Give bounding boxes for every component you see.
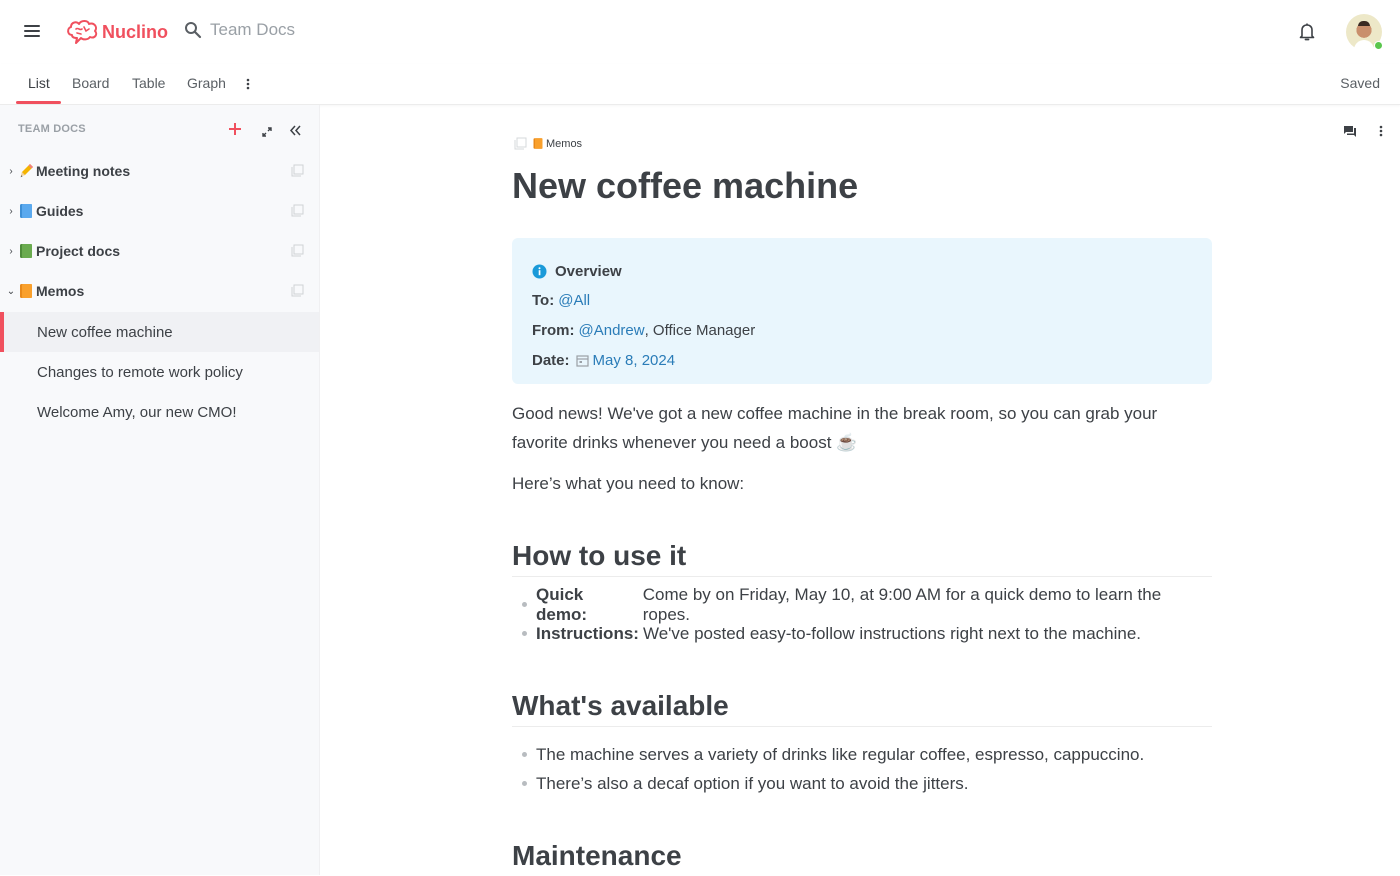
- breadcrumb[interactable]: Memos: [514, 137, 582, 150]
- more-vertical-icon: [246, 78, 250, 90]
- double-chevron-left-icon: [289, 125, 301, 136]
- sidebar-item-welcome-amy[interactable]: Welcome Amy, our new CMO!: [0, 392, 319, 432]
- expand-icon: [262, 127, 272, 137]
- chevron-right-icon[interactable]: ›: [6, 166, 16, 177]
- intro-paragraph[interactable]: Good news! We've got a new coffee machin…: [512, 399, 1212, 457]
- orange-book-icon: [533, 138, 543, 149]
- how-to-use-list: Quick demo: Come by on Friday, May 10, at…: [512, 585, 1212, 648]
- copy-icon[interactable]: [291, 244, 304, 257]
- to-label: To:: [532, 291, 555, 309]
- blue-book-icon: [20, 204, 32, 218]
- plus-icon: [229, 123, 241, 135]
- document-area: Memos New coffee machine Overview To: @A…: [321, 105, 1400, 875]
- section-heading-maintenance[interactable]: Maintenance: [512, 840, 1212, 876]
- pencil-icon: [20, 164, 33, 178]
- mention-andrew[interactable]: @Andrew: [579, 322, 645, 339]
- notifications-button[interactable]: [1298, 22, 1316, 47]
- breadcrumb-item[interactable]: Memos: [546, 138, 582, 150]
- tab-graph[interactable]: Graph: [187, 75, 226, 91]
- add-item-button[interactable]: [228, 122, 242, 141]
- sidebar-item-guides[interactable]: › Guides: [0, 191, 320, 231]
- view-tabs: List Board Table Graph Saved: [0, 64, 1400, 105]
- chevron-right-icon[interactable]: ›: [6, 206, 16, 217]
- avatar[interactable]: [1346, 14, 1383, 50]
- section-heading-how-to-use[interactable]: How to use it: [512, 540, 1212, 577]
- collapse-sidebar-button[interactable]: [289, 123, 301, 141]
- list-item[interactable]: Instructions: We've posted easy-to-follow…: [512, 619, 1212, 648]
- menu-icon[interactable]: [24, 25, 40, 39]
- sidebar: TEAM DOCS › Meeting notes › Guides › Pro…: [0, 105, 320, 875]
- lead-paragraph[interactable]: Here’s what you need to know:: [512, 469, 1212, 498]
- copy-icon[interactable]: [291, 164, 304, 177]
- list-item[interactable]: Quick demo: Come by on Friday, May 10, at…: [512, 585, 1212, 624]
- whats-available-list: The machine serves a variety of drinks l…: [512, 740, 1212, 798]
- chevron-down-icon[interactable]: ⌄: [6, 286, 16, 297]
- bell-icon: [1299, 23, 1315, 41]
- from-label: From:: [532, 321, 575, 339]
- search-input[interactable]: Team Docs: [210, 20, 295, 40]
- sidebar-item-memos[interactable]: ⌄ Memos: [0, 271, 320, 311]
- active-tab-indicator: [16, 101, 61, 104]
- sidebar-item-label: Guides: [36, 203, 84, 219]
- mention-all[interactable]: @All: [558, 292, 590, 309]
- sidebar-item-label: Project docs: [36, 243, 121, 259]
- callout-heading: Overview: [555, 262, 622, 280]
- logo[interactable]: Nuclino: [66, 19, 168, 45]
- section-heading-whats-available[interactable]: What's available: [512, 690, 1212, 727]
- search-bar[interactable]: Team Docs: [184, 20, 295, 40]
- list-item[interactable]: The machine serves a variety of drinks l…: [512, 740, 1212, 769]
- sidebar-item-project-docs[interactable]: › Project docs: [0, 231, 320, 271]
- page-title[interactable]: New coffee machine: [512, 165, 858, 207]
- sidebar-item-remote-work-policy[interactable]: Changes to remote work policy: [0, 352, 319, 392]
- collection-icon: [514, 137, 527, 150]
- date-label: Date:: [532, 351, 570, 369]
- sidebar-item-label: Memos: [36, 283, 85, 299]
- sidebar-item-new-coffee-machine[interactable]: New coffee machine: [0, 312, 319, 352]
- top-bar: Nuclino Team Docs: [0, 0, 1400, 64]
- workspace-title: TEAM DOCS: [18, 123, 86, 135]
- tab-list[interactable]: List: [28, 75, 50, 91]
- copy-icon[interactable]: [291, 204, 304, 217]
- green-book-icon: [20, 244, 32, 258]
- list-item[interactable]: There’s also a decaf option if you want …: [512, 769, 1212, 798]
- expand-all-button[interactable]: [262, 124, 272, 142]
- from-role: , Office Manager: [644, 321, 756, 339]
- sidebar-item-meeting-notes[interactable]: › Meeting notes: [0, 151, 320, 191]
- search-icon: [185, 22, 202, 39]
- logo-text: Nuclino: [102, 21, 168, 42]
- tab-board[interactable]: Board: [72, 75, 109, 91]
- online-status-indicator: [1374, 41, 1383, 50]
- comments-icon[interactable]: [1343, 125, 1357, 138]
- info-icon: [532, 264, 547, 278]
- brain-logo-icon: [67, 20, 98, 44]
- document-toolbar: [1343, 125, 1383, 138]
- more-vertical-icon[interactable]: [1379, 125, 1383, 137]
- more-views-button[interactable]: [246, 77, 250, 95]
- date-value[interactable]: May 8, 2024: [593, 352, 676, 369]
- chevron-right-icon[interactable]: ›: [6, 246, 16, 257]
- tab-table[interactable]: Table: [132, 75, 165, 91]
- calendar-icon: [575, 354, 589, 367]
- orange-book-icon: [20, 284, 32, 298]
- sidebar-item-label: Meeting notes: [36, 163, 131, 179]
- copy-icon[interactable]: [291, 284, 304, 297]
- overview-callout: Overview To: @All From: @Andrew, Office …: [512, 238, 1212, 384]
- save-status: Saved: [1340, 75, 1380, 91]
